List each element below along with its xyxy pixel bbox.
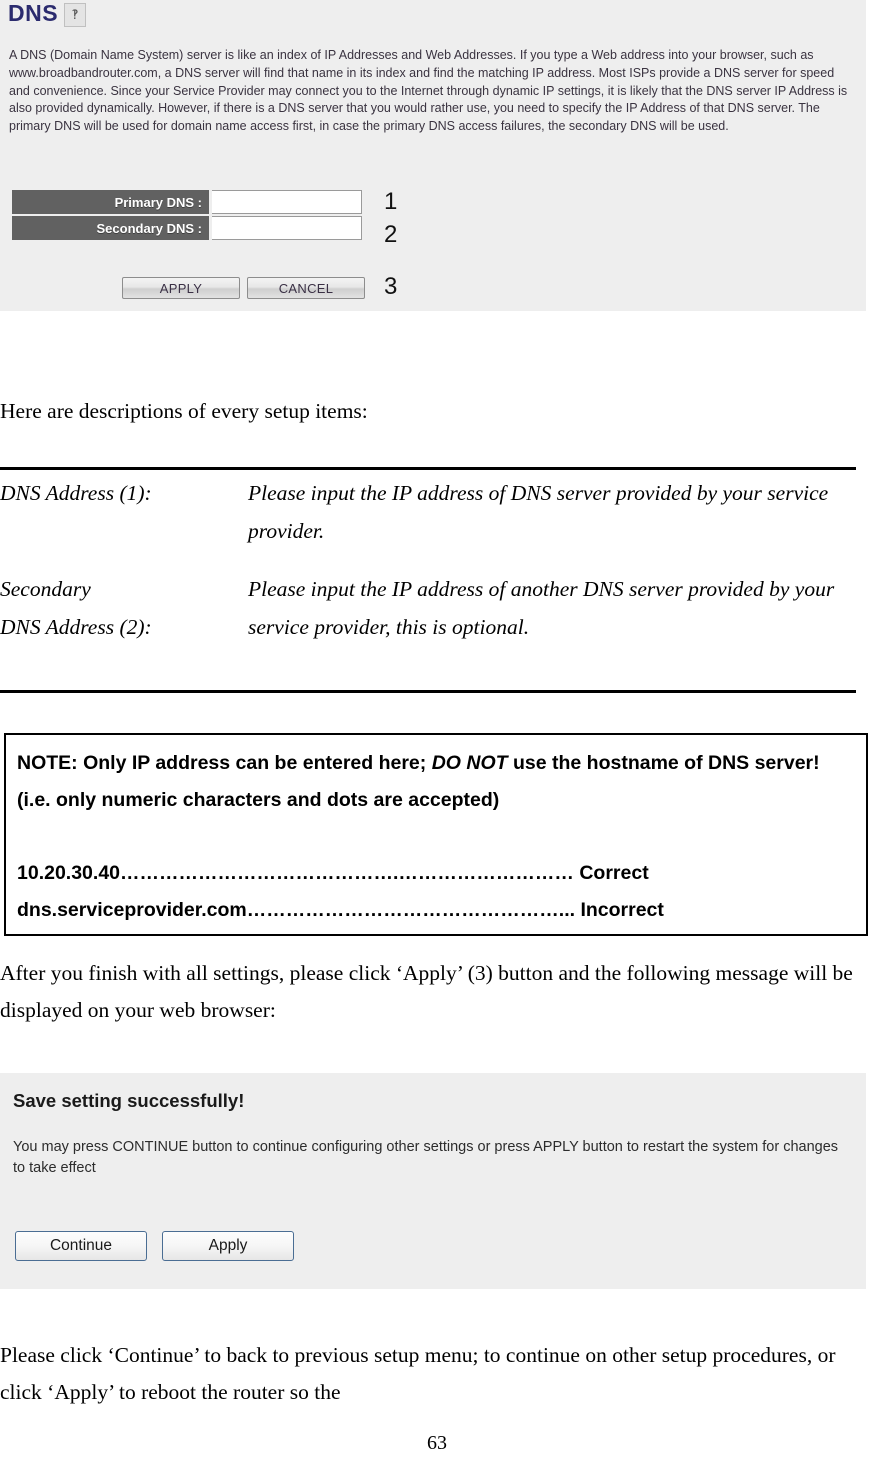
form-row-secondary-dns: Secondary DNS : bbox=[12, 216, 362, 240]
dns-settings-form: Primary DNS : Secondary DNS : bbox=[12, 190, 362, 242]
after-settings-paragraph: After you finish with all settings, plea… bbox=[0, 961, 853, 1022]
definitions-bottom-rule bbox=[0, 690, 856, 693]
definition-term-line-2: DNS Address (2): bbox=[0, 615, 152, 639]
callout-number-3: 3 bbox=[384, 273, 398, 300]
secondary-dns-label: Secondary DNS : bbox=[12, 216, 209, 240]
definition-term-line-1: Secondary bbox=[0, 577, 91, 601]
save-success-heading: Save setting successfully! bbox=[13, 1090, 245, 1111]
note-box: NOTE: Only IP address can be entered her… bbox=[4, 733, 868, 936]
apply-button[interactable]: APPLY bbox=[122, 277, 240, 299]
form-row-primary-dns: Primary DNS : bbox=[12, 190, 362, 214]
definition-entry-dns-address-2: Secondary DNS Address (2): Please input … bbox=[0, 570, 860, 646]
dns-description-text: A DNS (Domain Name System) server is lik… bbox=[9, 48, 848, 134]
note-example-incorrect: dns.serviceprovider.com………………………………………….… bbox=[17, 899, 664, 921]
save-setting-screenshot-panel: Save setting successfully! You may press… bbox=[0, 1073, 866, 1289]
note-main-text: NOTE: Only IP address can be entered her… bbox=[17, 745, 855, 819]
definition-term: Secondary DNS Address (2): bbox=[0, 570, 248, 646]
note-example-correct: 10.20.30.40…………………………………….……………………… Corr… bbox=[17, 862, 649, 884]
secondary-dns-input[interactable] bbox=[212, 216, 362, 240]
save-dialog-button-row: Continue Apply bbox=[15, 1231, 294, 1261]
note-examples: 10.20.30.40…………………………………….……………………… Corr… bbox=[17, 855, 855, 929]
save-success-description: You may press CONTINUE button to continu… bbox=[13, 1139, 839, 1176]
note-text-emphasis: DO NOT bbox=[431, 752, 508, 774]
dns-form-button-row: APPLY CANCEL bbox=[122, 277, 365, 299]
definition-term: DNS Address (1): bbox=[0, 481, 152, 505]
callout-number-1: 1 bbox=[384, 188, 398, 215]
callout-number-2: 2 bbox=[384, 221, 398, 248]
broken-image-icon: ‽ bbox=[64, 3, 87, 27]
intro-line: Here are descriptions of every setup ite… bbox=[0, 399, 368, 423]
primary-dns-label: Primary DNS : bbox=[12, 190, 209, 214]
definitions-top-rule bbox=[0, 467, 856, 470]
closing-paragraph: Please click ‘Continue’ to back to previ… bbox=[0, 1343, 836, 1404]
definition-description: Please input the IP address of DNS serve… bbox=[248, 481, 829, 543]
cancel-button[interactable]: CANCEL bbox=[247, 277, 365, 299]
page-number: 63 bbox=[427, 1432, 447, 1454]
page-title: DNS bbox=[8, 0, 59, 26]
primary-dns-input[interactable] bbox=[212, 190, 362, 214]
definitions-block: DNS Address (1): Please input the IP add… bbox=[0, 474, 860, 666]
note-text-pre: NOTE: Only IP address can be entered her… bbox=[17, 752, 432, 774]
continue-button[interactable]: Continue bbox=[15, 1231, 147, 1261]
definition-entry-dns-address-1: DNS Address (1): Please input the IP add… bbox=[0, 474, 860, 550]
router-panel-header: DNS ‽ bbox=[8, 0, 87, 27]
definition-description: Please input the IP address of another D… bbox=[248, 577, 835, 639]
apply-button[interactable]: Apply bbox=[162, 1231, 294, 1261]
router-dns-screenshot-panel: DNS ‽ A DNS (Domain Name System) server … bbox=[0, 0, 866, 311]
